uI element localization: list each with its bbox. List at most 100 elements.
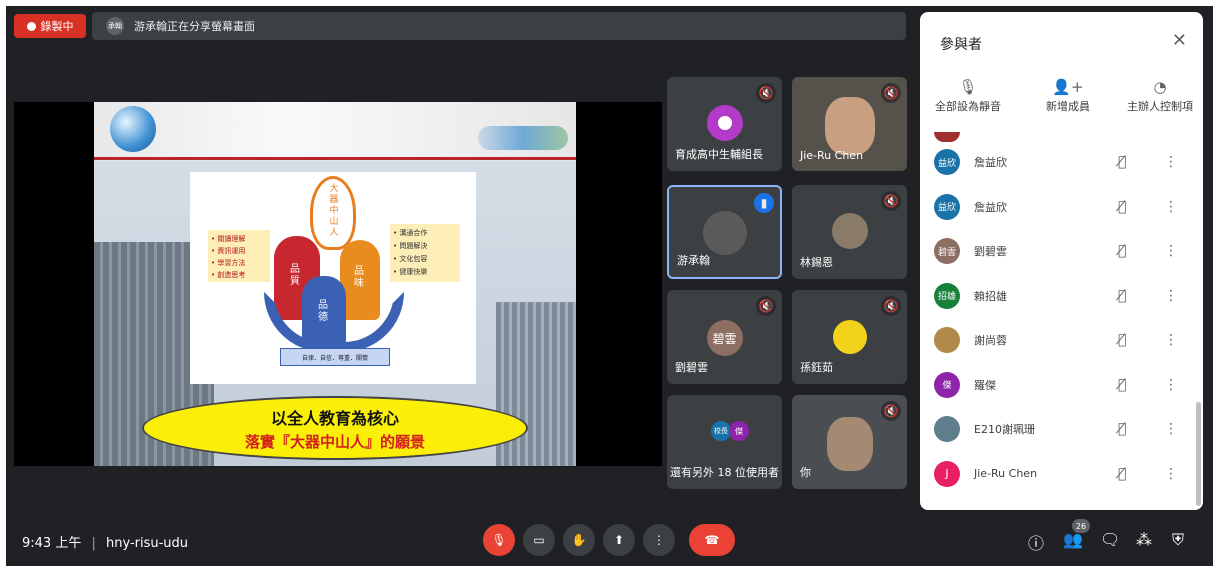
chat-icon[interactable]: 🗨 bbox=[1100, 530, 1120, 549]
host-controls-button[interactable]: ◔ 主辦人控制項 bbox=[1120, 78, 1200, 114]
toggle-icon: ◔ bbox=[1153, 78, 1167, 96]
add-people-button[interactable]: 👤+ 新增成員 bbox=[1028, 78, 1108, 114]
video-face bbox=[824, 97, 875, 155]
slogan-line-1: 以全人教育為核心 bbox=[270, 408, 399, 428]
participant-name: 詹益欣 bbox=[974, 156, 1007, 170]
mic-off-icon[interactable]: 🎙̸ bbox=[1118, 377, 1126, 393]
mic-off-icon[interactable]: 🎙̸ bbox=[1118, 466, 1126, 482]
tile-name: 劉碧雲 bbox=[675, 361, 708, 374]
participant-name: 謝尚蓉 bbox=[974, 334, 1007, 348]
camera-toggle-button[interactable]: ▭ bbox=[523, 524, 555, 556]
more-options-icon[interactable]: ⋮ bbox=[1164, 243, 1178, 259]
more-vert-icon: ⋮ bbox=[653, 533, 665, 547]
more-options-icon[interactable]: ⋮ bbox=[1164, 466, 1178, 482]
present-icon: ⬆ bbox=[613, 533, 625, 547]
shared-slide: • 閱讀理解 • 資訊運用 • 學習方法 • 創造思考 • 溝通合作 • 問題解… bbox=[94, 102, 576, 466]
self-tile[interactable]: 🔇 你 bbox=[792, 395, 907, 489]
list-item[interactable]: E210謝珮珊 🎙̸ ⋮ bbox=[920, 407, 1203, 452]
host-shield-icon[interactable]: ⛨ bbox=[1172, 530, 1184, 550]
mic-off-icon[interactable]: 🎙̸ bbox=[1118, 243, 1126, 259]
action-label: 新增成員 bbox=[1046, 100, 1090, 113]
slide-decoration bbox=[478, 126, 568, 150]
participant-name: E210謝珮珊 bbox=[974, 423, 1035, 437]
person-icon bbox=[717, 116, 732, 130]
raise-hand-button[interactable]: ✋ bbox=[563, 524, 595, 556]
camera-icon: ▭ bbox=[533, 533, 545, 547]
more-options-icon[interactable]: ⋮ bbox=[1164, 154, 1178, 170]
participant-tile[interactable]: 🔇 育成高中生輔組長 bbox=[667, 77, 782, 171]
more-participants-tile[interactable]: 校長 傑 還有另外 18 位使用者 bbox=[667, 395, 782, 489]
action-label: 主辦人控制項 bbox=[1127, 100, 1193, 113]
participants-panel: 參與者 ✕ 🎙 全部設為靜音 👤+ 新增成員 ◔ 主辦人控制項 益欣 詹益欣 🎙… bbox=[920, 12, 1203, 510]
avatar: 益欣 bbox=[934, 149, 960, 176]
avatar: 碧雲 bbox=[706, 320, 743, 356]
mic-off-icon: 🎙 bbox=[958, 78, 978, 96]
scrollbar[interactable] bbox=[1196, 402, 1201, 506]
mic-off-icon: 🔇 bbox=[881, 296, 901, 316]
activities-icon[interactable]: ⁂ bbox=[1136, 530, 1152, 549]
screen-share-banner: 承翰 游承翰正在分享螢幕畫面 bbox=[92, 12, 906, 40]
present-button[interactable]: ⬆ bbox=[603, 524, 635, 556]
info-icon[interactable]: ⓘ bbox=[1028, 530, 1044, 554]
more-options-icon[interactable]: ⋮ bbox=[1164, 199, 1178, 215]
meeting-code: hny-risu-udu bbox=[106, 536, 189, 551]
participant-name: 劉碧雲 bbox=[974, 245, 1007, 259]
more-options-icon[interactable]: ⋮ bbox=[1164, 421, 1178, 437]
figure-label-bottom: 品德 bbox=[318, 300, 328, 323]
embrace-arc bbox=[264, 292, 404, 352]
presenter-avatar: 承翰 bbox=[106, 17, 124, 35]
list-item[interactable]: 益欣 詹益欣 🎙̸ ⋮ bbox=[920, 140, 1203, 185]
more-options-icon[interactable]: ⋮ bbox=[1164, 288, 1178, 304]
participant-tile[interactable]: 🔇 孫鈺茹 bbox=[792, 290, 907, 384]
figure-label-left: 品質 bbox=[290, 264, 300, 287]
slogan-oval: 以全人教育為核心 落實『大器中山人』的願景 bbox=[142, 396, 528, 460]
avatar: 碧雲 bbox=[934, 238, 960, 265]
participant-tile[interactable]: 🔇 林錫恩 bbox=[792, 185, 907, 279]
mic-off-icon[interactable]: 🎙̸ bbox=[1118, 199, 1126, 215]
more-options-button[interactable]: ⋮ bbox=[643, 524, 675, 556]
tile-name: 你 bbox=[800, 466, 811, 479]
participant-tile[interactable]: 🔇 碧雲 劉碧雲 bbox=[667, 290, 782, 384]
mic-off-icon[interactable]: 🎙̸ bbox=[1118, 154, 1126, 170]
close-icon[interactable]: ✕ bbox=[1172, 30, 1187, 51]
avatar bbox=[706, 105, 743, 141]
tile-name: 游承翰 bbox=[677, 254, 710, 267]
mic-off-icon[interactable]: 🎙̸ bbox=[1118, 332, 1126, 348]
participant-list: 益欣 詹益欣 🎙̸ ⋮ 益欣 詹益欣 🎙̸ ⋮ 碧雲 劉碧雲 🎙̸ ⋮ 招雄 賴… bbox=[920, 140, 1203, 496]
figure-label-right: 品味 bbox=[354, 266, 364, 289]
mic-off-icon[interactable]: 🎙̸ bbox=[1118, 421, 1126, 437]
more-options-icon[interactable]: ⋮ bbox=[1164, 377, 1178, 393]
clock-time: 9:43 上午 bbox=[22, 536, 82, 551]
participant-name: Jie-Ru Chen bbox=[974, 467, 1038, 481]
participant-tile[interactable]: ▮ 游承翰 bbox=[667, 185, 782, 279]
list-item[interactable]: 謝尚蓉 🎙̸ ⋮ bbox=[920, 318, 1203, 363]
leave-call-button[interactable]: ☎ bbox=[689, 524, 735, 556]
avatar: 傑 bbox=[934, 371, 960, 398]
video-face bbox=[826, 417, 873, 471]
mic-toggle-button[interactable]: 🎙 bbox=[483, 524, 515, 556]
participant-name: 羅傑 bbox=[974, 378, 996, 392]
mic-off-icon: 🔇 bbox=[881, 191, 901, 211]
list-item[interactable]: 招雄 賴招雄 🎙̸ ⋮ bbox=[920, 274, 1203, 319]
list-item[interactable]: 益欣 詹益欣 🎙̸ ⋮ bbox=[920, 185, 1203, 230]
list-item[interactable]: J Jie-Ru Chen 🎙̸ ⋮ bbox=[920, 452, 1203, 497]
avatar: 校長 bbox=[711, 421, 731, 441]
more-options-icon[interactable]: ⋮ bbox=[1164, 332, 1178, 348]
mic-off-icon[interactable]: 🎙̸ bbox=[1118, 288, 1126, 304]
mute-all-button[interactable]: 🎙 全部設為靜音 bbox=[928, 78, 1008, 114]
center-vertical-text: 大器中山人 bbox=[329, 184, 339, 238]
list-item[interactable]: 傑 羅傑 🎙̸ ⋮ bbox=[920, 363, 1203, 408]
recording-badge: 錄製中 bbox=[14, 14, 86, 38]
avatar bbox=[934, 416, 960, 443]
mic-off-icon: 🔇 bbox=[881, 401, 901, 421]
participant-tile[interactable]: 🔇 Jie-Ru Chen bbox=[792, 77, 907, 171]
mic-off-icon: 🎙 bbox=[491, 533, 507, 547]
participant-name: 詹益欣 bbox=[974, 200, 1007, 214]
mic-off-icon: 🔇 bbox=[756, 296, 776, 316]
participant-count-badge: 26 bbox=[1072, 519, 1090, 533]
tile-name: 林錫恩 bbox=[800, 256, 833, 269]
screen-share-text: 游承翰正在分享螢幕畫面 bbox=[134, 20, 255, 33]
list-item[interactable]: 碧雲 劉碧雲 🎙̸ ⋮ bbox=[920, 229, 1203, 274]
avatar: 招雄 bbox=[934, 282, 960, 309]
left-skill-box: • 閱讀理解 • 資訊運用 • 學習方法 • 創造思考 bbox=[208, 230, 270, 282]
